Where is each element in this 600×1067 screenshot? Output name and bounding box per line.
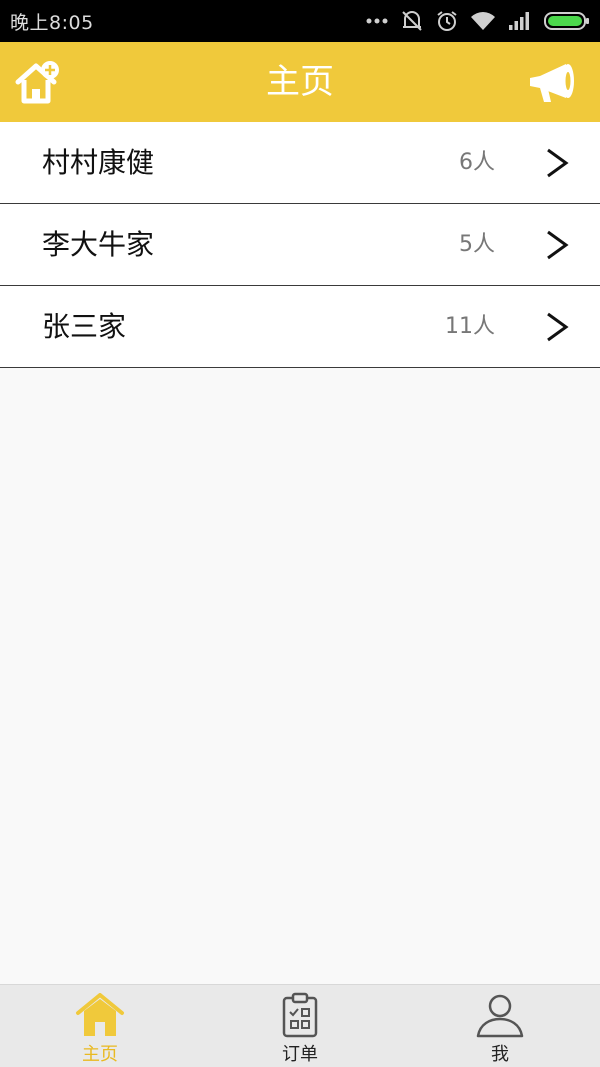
- tab-label: 主页: [82, 1044, 118, 1065]
- add-home-button[interactable]: [8, 52, 68, 112]
- app-header: 主页: [0, 42, 600, 122]
- mute-icon: [402, 11, 422, 31]
- family-name: 张三家: [42, 310, 127, 343]
- add-home-icon: [15, 61, 59, 104]
- list-item[interactable]: 李大牛家 5人: [0, 204, 600, 286]
- list-item[interactable]: 村村康健 6人: [0, 122, 600, 204]
- announcement-button[interactable]: [522, 52, 582, 112]
- home-icon: [76, 993, 124, 1036]
- more-dots-icon: [366, 18, 388, 24]
- tab-me[interactable]: 我: [400, 985, 600, 1067]
- tab-orders[interactable]: 订单: [200, 985, 400, 1067]
- status-time: 晚上8:05: [10, 11, 94, 34]
- family-name: 村村康健: [42, 146, 155, 179]
- list-item[interactable]: 张三家 11人: [0, 286, 600, 368]
- member-count: 5人: [459, 232, 495, 257]
- family-list: 村村康健 6人 李大牛家 5人 张三家 11人: [0, 122, 600, 368]
- family-name: 李大牛家: [42, 228, 155, 261]
- alarm-icon: [437, 11, 457, 31]
- status-icons: [366, 9, 590, 33]
- member-count: 6人: [459, 150, 495, 175]
- user-icon: [476, 994, 524, 1038]
- tab-bar: 主页 订单 我: [0, 984, 600, 1067]
- page-title: 主页: [266, 62, 334, 102]
- megaphone-icon: [530, 64, 574, 102]
- tab-home[interactable]: 主页: [0, 985, 200, 1067]
- signal-icon: [509, 12, 529, 30]
- chevron-right-icon: [547, 230, 569, 260]
- status-bar: 晚上8:05: [0, 0, 600, 42]
- tab-label: 订单: [282, 1044, 318, 1065]
- chevron-right-icon: [547, 148, 569, 178]
- battery-icon: [544, 12, 589, 30]
- member-count: 11人: [445, 314, 495, 339]
- chevron-right-icon: [547, 312, 569, 342]
- clipboard-icon: [282, 992, 318, 1038]
- wifi-icon: [471, 12, 495, 30]
- tab-label: 我: [491, 1044, 509, 1065]
